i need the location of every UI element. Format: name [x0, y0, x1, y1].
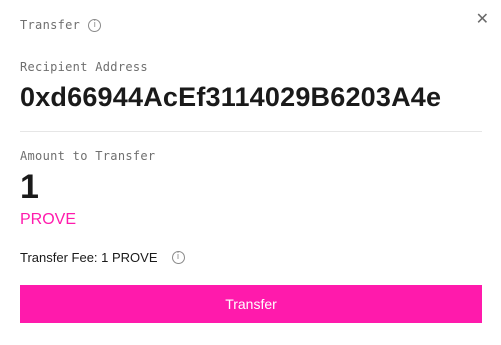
- recipient-address-label: Recipient Address: [20, 60, 148, 74]
- close-icon[interactable]: ✕: [476, 11, 489, 27]
- amount-value[interactable]: 1: [20, 168, 39, 207]
- info-icon[interactable]: i: [88, 18, 102, 32]
- transfer-button[interactable]: Transfer: [20, 285, 482, 323]
- amount-unit: PROVE: [20, 211, 77, 228]
- transfer-fee: Transfer Fee: 1 PROVE i: [20, 250, 185, 265]
- fee-info-icon[interactable]: i: [171, 251, 185, 264]
- transfer-fee-text: Transfer Fee: 1 PROVE: [20, 250, 158, 265]
- dialog-header: Transfer i: [20, 18, 102, 32]
- recipient-address-value[interactable]: 0xd66944AcEf3114029B6203A4e: [20, 82, 482, 113]
- amount-label: Amount to Transfer: [20, 149, 156, 163]
- dialog-title: Transfer: [20, 18, 81, 32]
- divider: [20, 131, 482, 132]
